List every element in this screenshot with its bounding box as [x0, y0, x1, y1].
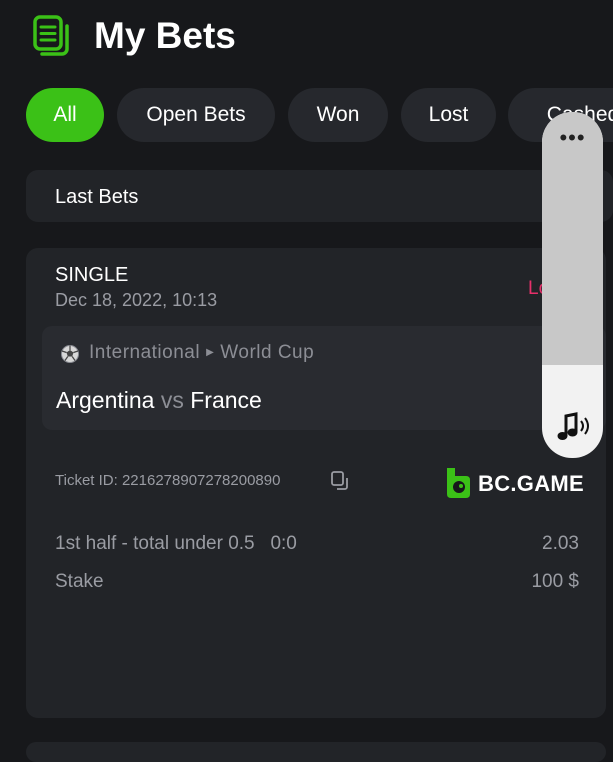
next-bet-card[interactable]	[26, 742, 606, 762]
event-category: International	[89, 342, 201, 363]
stake-label: Stake	[55, 571, 104, 592]
more-dots-icon[interactable]: •••	[542, 127, 603, 149]
ticket-id: Ticket ID: 2216278907278200890	[55, 472, 281, 489]
page-title: My Bets	[94, 15, 236, 56]
tab-won[interactable]: Won	[288, 88, 388, 142]
filter-tabs: All Open Bets Won Lost Cashed	[26, 88, 613, 142]
away-team: France	[190, 387, 262, 413]
stake-value: 100 $	[531, 571, 579, 592]
copy-icon[interactable]	[330, 470, 350, 492]
tab-lost[interactable]: Lost	[401, 88, 496, 142]
soccer-ball-icon	[61, 345, 79, 363]
brand-name: BC.GAME	[478, 471, 584, 496]
event-breadcrumb: International ▶ World Cup	[89, 342, 314, 364]
volume-overlay[interactable]: •••	[542, 112, 603, 458]
bets-list-icon	[33, 15, 69, 56]
vs-label: vs	[160, 387, 184, 413]
tab-open-bets[interactable]: Open Bets	[117, 88, 275, 142]
bc-game-logo-icon	[447, 468, 470, 498]
caret-right-icon: ▶	[206, 347, 215, 359]
brand-logo: BC.GAME	[444, 466, 584, 500]
event-teams: Argentina vs France	[56, 387, 262, 414]
last-bets-section[interactable]: Last Bets	[26, 170, 613, 222]
bet-date: Dec 18, 2022, 10:13	[55, 290, 218, 310]
tab-all[interactable]: All	[26, 88, 104, 142]
header: My Bets	[0, 0, 613, 80]
bet-odds: 2.03	[542, 533, 579, 554]
section-label: Last Bets	[55, 186, 139, 208]
event-league: World Cup	[220, 342, 315, 363]
event-panel[interactable]: International ▶ World Cup Argentina vs Fra…	[42, 326, 606, 430]
bet-selection: 1st half - total under 0.5 0:0	[55, 533, 297, 554]
bet-type: SINGLE	[55, 264, 129, 286]
home-team: Argentina	[56, 387, 155, 413]
bet-card[interactable]: SINGLE Dec 18, 2022, 10:13 Lost Internat…	[26, 248, 606, 718]
volume-icon[interactable]	[554, 410, 592, 444]
